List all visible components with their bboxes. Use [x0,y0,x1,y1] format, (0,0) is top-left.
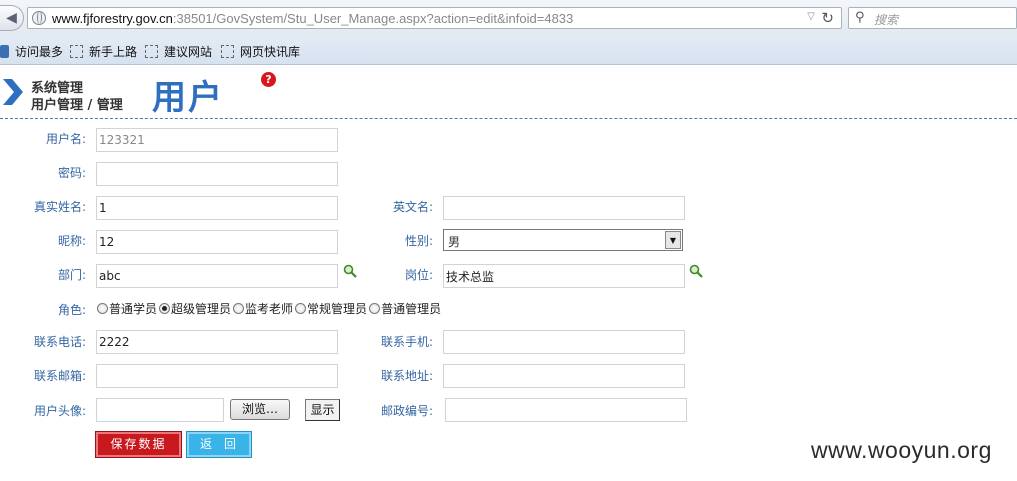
help-icon[interactable]: ? [261,72,276,87]
role-option[interactable]: 普通管理员 [369,300,441,317]
postcode-field[interactable] [445,398,687,422]
radio-button[interactable] [369,303,381,314]
address-field[interactable] [443,364,685,388]
radio-button[interactable] [295,303,307,314]
search-icon: ⚲ [855,10,865,25]
role-label: 角色: [57,303,86,317]
search-placeholder: 搜索 [874,13,899,27]
watermark-text: www.wooyun.org [811,437,992,463]
bookmark-web-slices[interactable]: 网页快讯库 [221,43,300,60]
dropdown-arrow-icon[interactable]: ▽ [807,11,815,22]
radio-button[interactable] [233,303,245,314]
search-input[interactable]: ⚲ 搜索 [848,7,1017,29]
password-field[interactable] [96,162,338,186]
globe-icon [32,11,46,25]
page-title: 用户 [152,78,224,118]
realname-label: 真实姓名: [33,200,86,214]
browser-toolbar: ◀ www.fjforestry.gov.cn:38501/GovSystem/… [0,0,1017,36]
bookmark-getting-started[interactable]: 新手上路 [70,43,137,60]
bookmark-page-icon [221,45,234,58]
role-option[interactable]: 普通学员 [97,300,157,317]
bookmark-page-icon [70,45,83,58]
password-label: 密码: [57,166,86,180]
address-bar[interactable]: www.fjforestry.gov.cn:38501/GovSystem/St… [27,7,842,29]
breadcrumb-path: 用户管理 / 管理 [31,98,123,113]
bookmark-folder-icon [0,45,9,58]
address-label: 联系地址: [380,369,433,383]
email-field[interactable] [96,364,338,388]
email-label: 联系邮箱: [33,369,86,383]
header-divider [0,118,1017,119]
role-option[interactable]: 监考老师 [233,300,293,317]
englishname-label: 英文名: [392,200,433,214]
radio-button[interactable] [97,303,108,314]
gender-select[interactable]: 男 ▼ [443,229,683,251]
role-option[interactable]: 常规管理员 [295,300,367,317]
bookmarks-bar: 访问最多 新手上路 建议网站 网页快讯库 [0,36,1017,65]
chevron-down-icon[interactable]: ▼ [665,231,681,249]
department-field[interactable] [96,264,338,288]
nickname-field[interactable] [96,230,338,254]
realname-field[interactable] [96,196,338,220]
department-label: 部门: [57,268,86,282]
magnifier-icon[interactable] [689,264,703,278]
radio-button-selected[interactable] [159,303,171,314]
save-button[interactable]: 保存数据 [95,431,182,458]
gender-value: 男 [448,235,461,249]
postcode-label: 邮政编号: [380,404,433,418]
bookmark-most-visited[interactable]: 访问最多 [0,43,63,60]
back-button[interactable]: 返回 [186,431,252,458]
reload-icon[interactable]: ↻ [821,9,834,27]
chevron-right-icon [3,79,23,105]
avatar-file-field[interactable] [96,398,224,422]
url-text: www.fjforestry.gov.cn:38501/GovSystem/St… [52,11,574,26]
username-field[interactable] [96,128,338,152]
role-radio-group: 普通学员 超级管理员 监考老师 常规管理员 普通管理员 [97,300,443,317]
browse-button[interactable]: 浏览… [230,399,290,420]
back-arrow-icon[interactable]: ◀ [0,5,24,31]
gender-label: 性别: [404,234,433,248]
role-option[interactable]: 超级管理员 [159,300,231,317]
avatar-label: 用户头像: [33,404,86,418]
bookmark-page-icon [145,45,158,58]
englishname-field[interactable] [443,196,685,220]
position-label: 岗位: [404,268,433,282]
mobile-field[interactable] [443,330,685,354]
bookmark-suggested-sites[interactable]: 建议网站 [145,43,212,60]
nickname-label: 昵称: [57,234,86,248]
position-field[interactable] [443,264,685,288]
username-label: 用户名: [45,132,86,146]
mobile-label: 联系手机: [380,335,433,349]
phone-field[interactable] [96,330,338,354]
show-button[interactable]: 显示 [305,399,340,421]
phone-label: 联系电话: [33,335,86,349]
